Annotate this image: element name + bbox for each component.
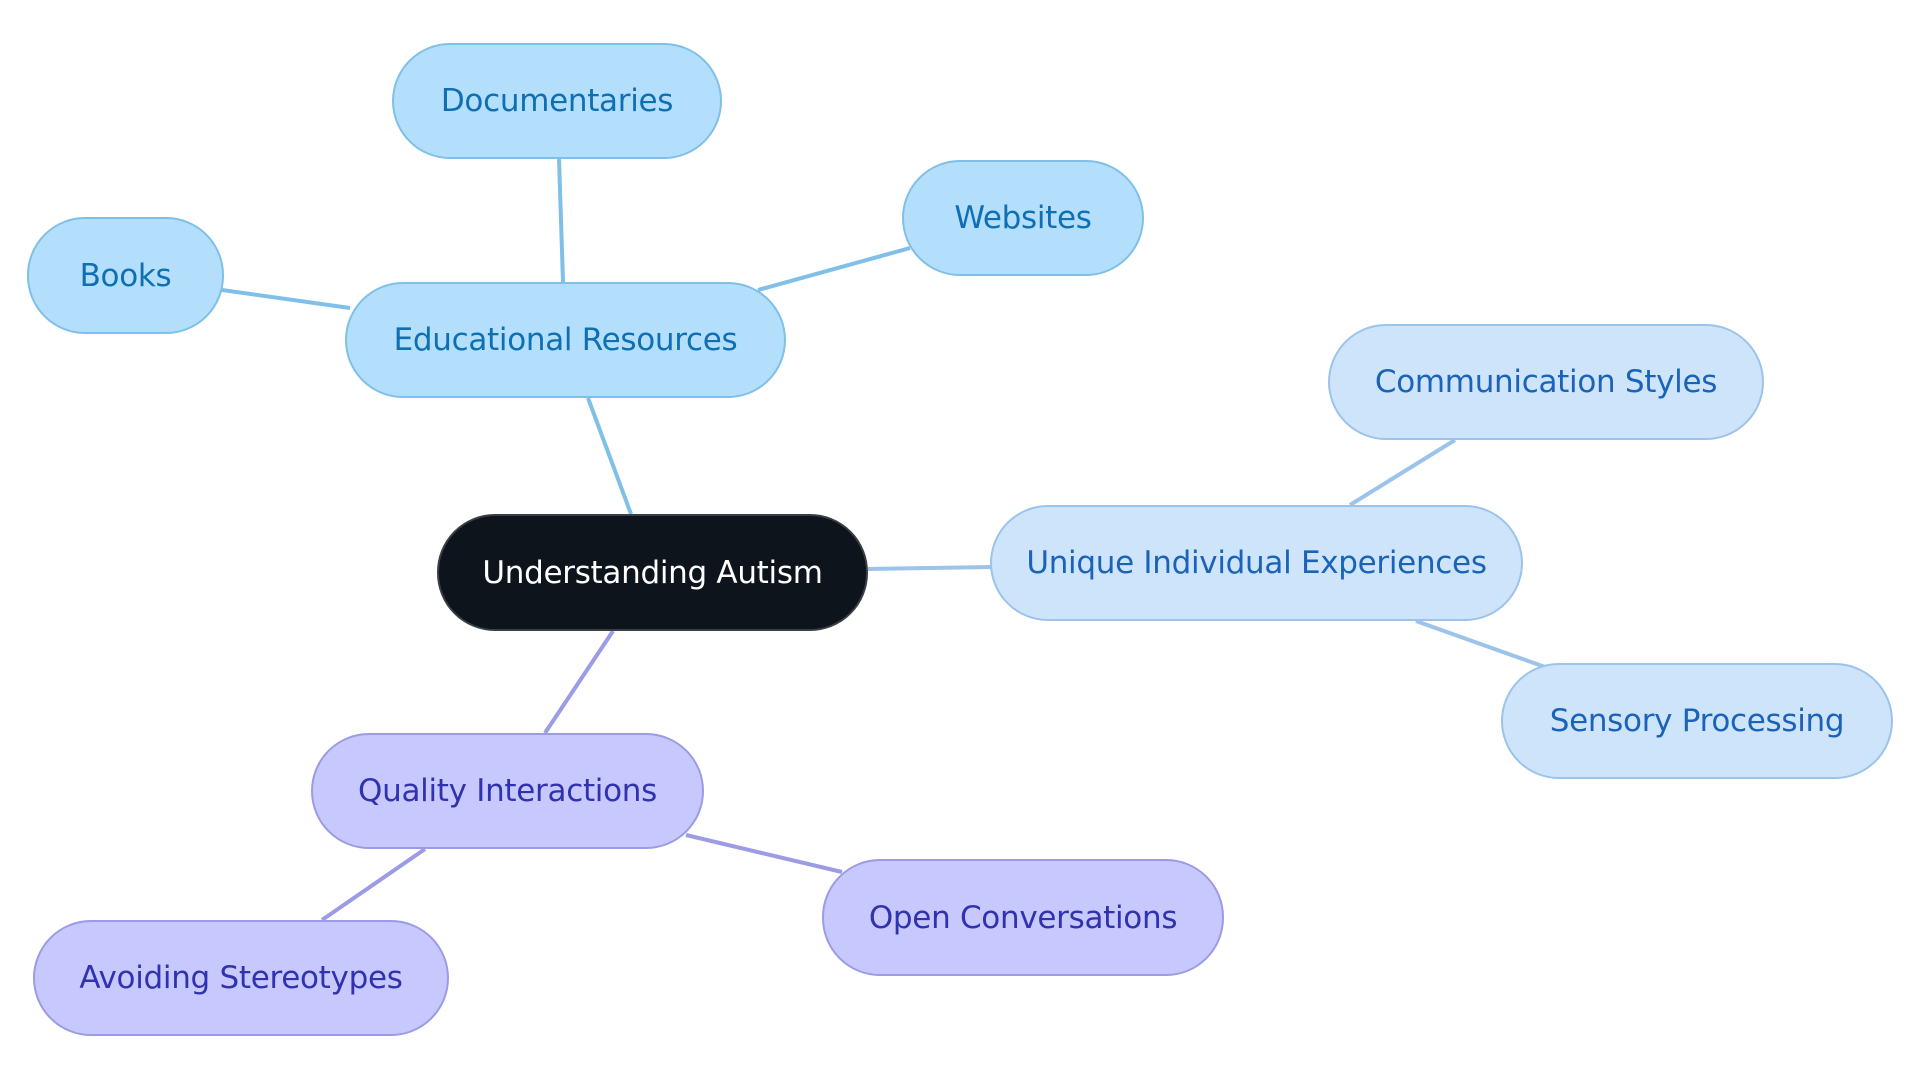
node-documentaries[interactable]: Documentaries <box>392 43 722 159</box>
edge-root-quality-interactions <box>543 629 615 735</box>
node-quality-interactions[interactable]: Quality Interactions <box>311 733 704 849</box>
node-label: Documentaries <box>440 83 674 119</box>
node-communication-styles[interactable]: Communication Styles <box>1328 324 1764 440</box>
node-avoiding-stereotypes[interactable]: Avoiding Stereotypes <box>33 920 449 1036</box>
node-unique-individual-experiences[interactable]: Unique Individual Experiences <box>990 505 1523 621</box>
edge-root-educational-resources <box>586 397 633 515</box>
node-label: Avoiding Stereotypes <box>79 960 403 996</box>
node-label: Unique Individual Experiences <box>1026 545 1487 581</box>
edge-educational-resources-books <box>221 288 351 310</box>
edge-quality-interactions-avoiding-stereotypes <box>320 847 427 922</box>
edge-unique-experiences-communication-styles <box>1348 438 1457 507</box>
edge-unique-experiences-sensory-processing <box>1415 619 1546 669</box>
edge-educational-resources-websites <box>757 246 911 292</box>
node-label: Books <box>79 257 172 294</box>
edge-educational-resources-documentaries <box>557 158 565 283</box>
edge-quality-interactions-open-conversations <box>685 833 843 874</box>
root-node-understanding-autism[interactable]: Understanding Autism <box>437 514 868 631</box>
node-books[interactable]: Books <box>27 217 224 334</box>
node-label: Open Conversations <box>868 899 1178 936</box>
node-educational-resources[interactable]: Educational Resources <box>345 282 786 398</box>
node-open-conversations[interactable]: Open Conversations <box>822 859 1224 976</box>
edge-root-unique-experiences <box>867 565 993 571</box>
node-label: Understanding Autism <box>482 554 823 591</box>
node-label: Educational Resources <box>393 322 738 358</box>
node-label: Sensory Processing <box>1549 703 1845 739</box>
node-label: Quality Interactions <box>358 773 657 809</box>
node-sensory-processing[interactable]: Sensory Processing <box>1501 663 1893 779</box>
node-label: Websites <box>954 200 1092 236</box>
node-label: Communication Styles <box>1374 364 1718 400</box>
node-websites[interactable]: Websites <box>902 160 1144 276</box>
